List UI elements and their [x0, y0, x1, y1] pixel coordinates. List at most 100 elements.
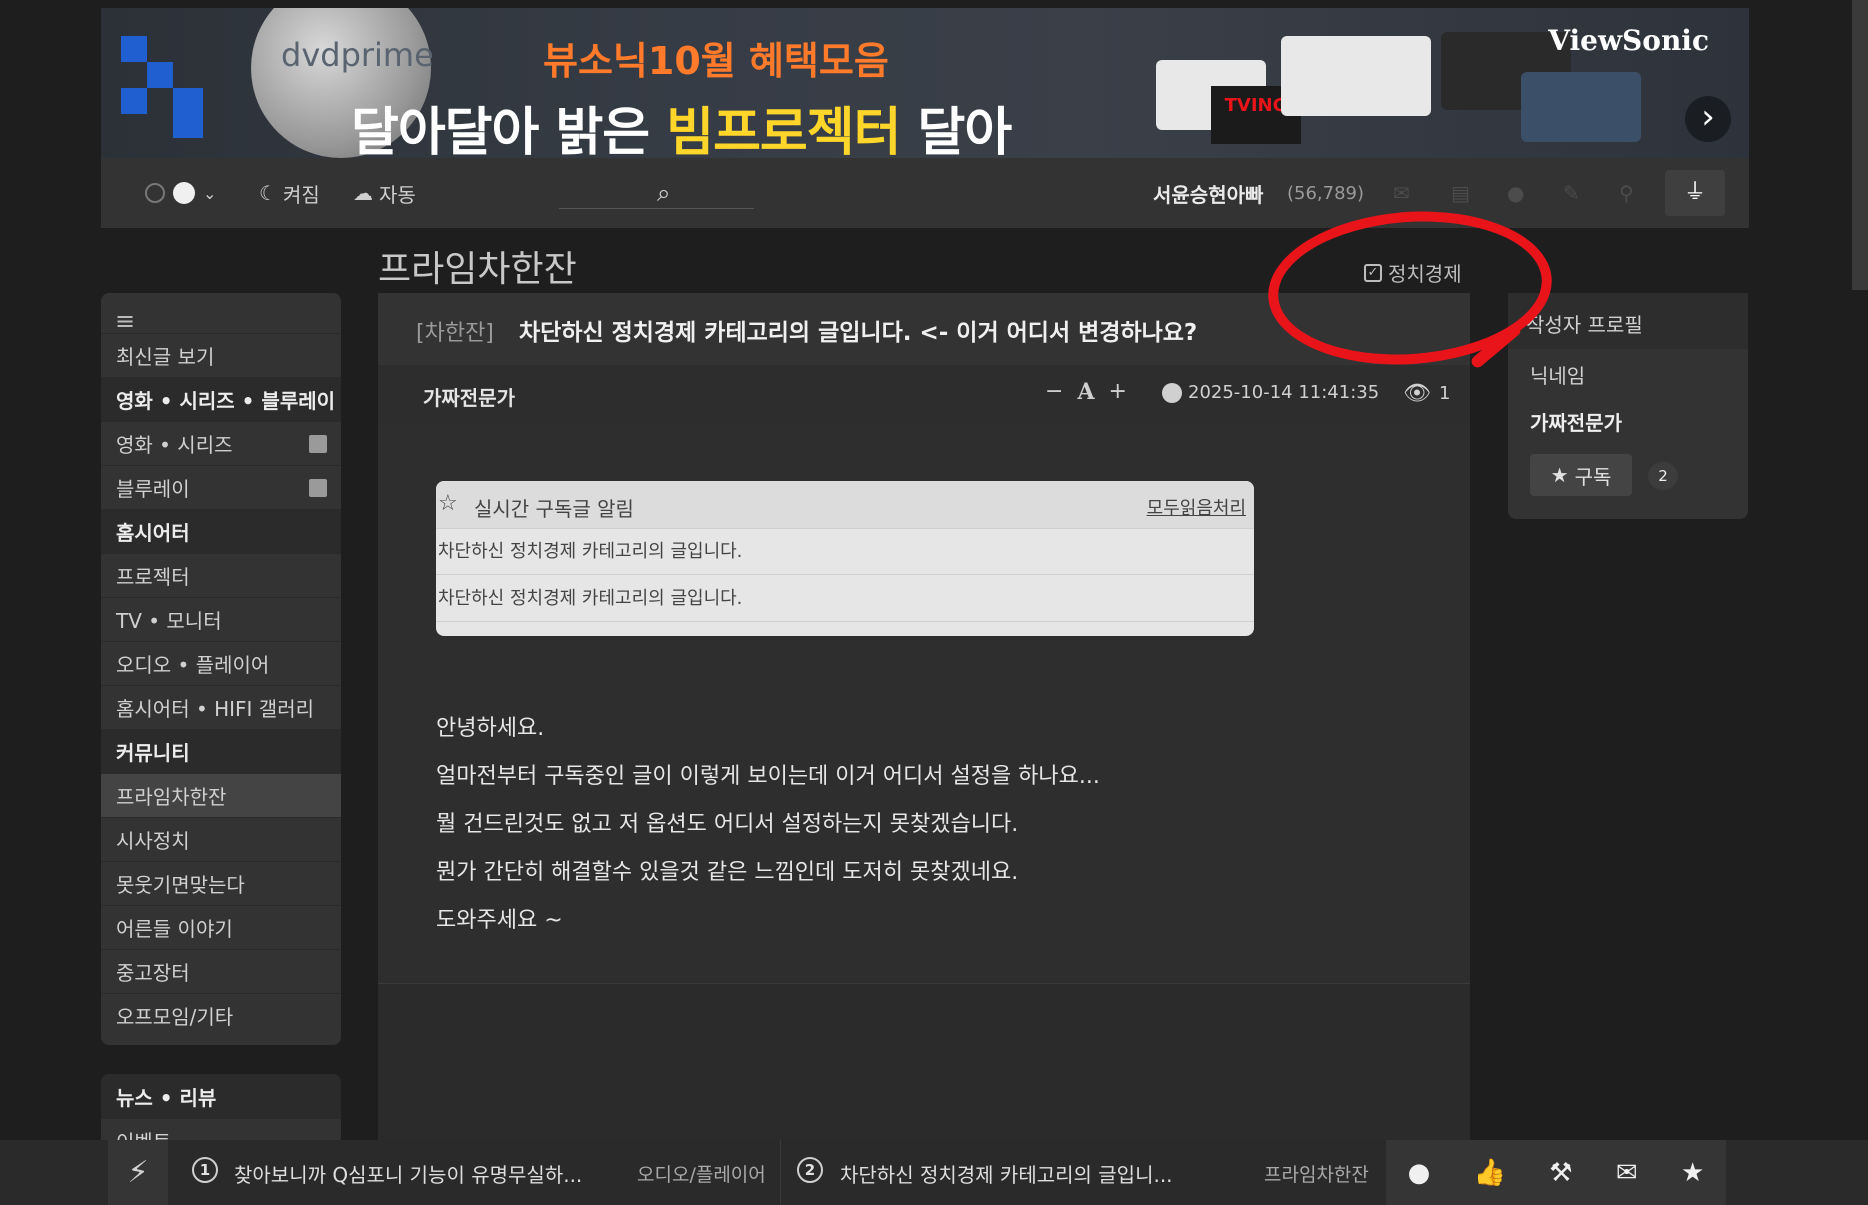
cloud-icon: ☁ — [353, 181, 373, 205]
subscribe-button[interactable]: ★ 구독 — [1530, 454, 1632, 496]
mail-icon[interactable]: ✉ — [1616, 1158, 1638, 1188]
clock-icon — [1162, 382, 1182, 403]
hamburger-menu-icon[interactable]: ≡ — [115, 307, 135, 335]
mark-all-read-link[interactable]: 모두읽음처리 — [1147, 494, 1246, 520]
sidebar-item-label: 홈시어터 — [116, 521, 190, 545]
subscriber-count-badge: 2 — [1648, 462, 1678, 490]
sidebar-item-label: 중고장터 — [116, 961, 190, 985]
star-outline-icon: ☆ — [438, 491, 458, 516]
sidebar-item-label: 영화 • 시리즈 • 블루레이 — [116, 389, 336, 413]
recent-item-number: 2 — [797, 1157, 823, 1183]
dark-mode-button[interactable]: ☾ 켜짐 — [259, 158, 320, 228]
page-title: 프라임차한잔 — [378, 249, 577, 290]
sidebar-item-label: 프라임차한잔 — [116, 785, 227, 809]
pencil-icon[interactable]: ✎ — [1563, 158, 1580, 228]
theme-toggle[interactable]: ⌄ — [145, 158, 216, 228]
comment-icon[interactable]: ● — [1408, 1158, 1431, 1188]
hammer-icon[interactable]: ⚒ — [1549, 1158, 1572, 1188]
lightning-icon[interactable]: ⚡ — [108, 1140, 168, 1205]
scrollbar[interactable] — [1852, 0, 1868, 290]
chevron-down-icon: ⌄ — [203, 183, 217, 203]
search-icon[interactable]: ⌕ — [657, 158, 670, 228]
notice-title: 실시간 구독글 알림 — [474, 497, 634, 521]
post-footer-area — [378, 983, 1470, 1159]
banner-headline: 달아달아 밝은 빔프로젝터 달아 — [351, 90, 1013, 158]
sidebar-item-label: 오디오 • 플레이어 — [116, 653, 270, 677]
bottom-bar: ⚡ 1 찾아보니까 Q심포니 기능이 유명무실하... 오디오/플레이어 2 차… — [0, 1140, 1868, 1205]
sidebar-item[interactable]: 최신글 보기 — [101, 333, 341, 377]
sidebar-item[interactable]: 중고장터 — [101, 949, 341, 993]
sidebar-item[interactable]: 영화 • 시리즈 — [101, 421, 341, 465]
sidebar-item[interactable]: 못웃기면맞는다 — [101, 861, 341, 905]
author-profile-panel: 작성자 프로필 닉네임 가짜전문가 ★ 구독 2 — [1508, 293, 1748, 519]
recent-item-title[interactable]: 차단하신 정치경제 카테고리의 글입니... — [840, 1159, 1173, 1188]
notice-item[interactable]: 차단하신 정치경제 카테고리의 글입니다. — [436, 576, 1254, 622]
font-size-controls: − A + — [1045, 379, 1127, 405]
star-icon: ★ — [1550, 463, 1569, 487]
sidebar-item[interactable]: TV • 모니터 — [101, 597, 341, 641]
sidebar-item-label: TV • 모니터 — [116, 609, 222, 633]
sidebar-item-label: 오프모임/기타 — [116, 1005, 234, 1029]
datetime-text: 2025-10-14 11:41:35 — [1188, 382, 1380, 403]
moon-icon: ☾ — [259, 181, 277, 205]
brand-logo: ViewSonic — [1548, 24, 1709, 57]
eye-icon: 👁 — [1403, 381, 1431, 406]
sidebar-item[interactable]: 블루레이 — [101, 465, 341, 509]
sidebar-category[interactable]: 홈시어터 — [101, 509, 341, 553]
post-views: 👁 1 — [1403, 381, 1450, 406]
recent-item-title[interactable]: 찾아보니까 Q심포니 기능이 유명무실하... — [234, 1159, 582, 1188]
body-line: 뭔가 간단히 해결할수 있을것 같은 느낌인데 도저히 못찾겠네요. — [436, 860, 1019, 885]
font-decrease-button[interactable]: − — [1045, 379, 1063, 405]
sidebar-item[interactable]: 오디오 • 플레이어 — [101, 641, 341, 685]
banner-subtitle: 뷰소닉10월 혜택모음 — [543, 39, 889, 83]
sidebar-category[interactable]: 커뮤니티 — [101, 729, 341, 773]
view-count: 1 — [1438, 383, 1451, 404]
bottom-action-icons: ● 👍 ⚒ ✉ ★ — [1386, 1140, 1726, 1205]
body-line: 뭘 건드린것도 없고 저 옵션도 어디서 설정하는지 못찾겠습니다. — [436, 812, 1019, 837]
sidebar-item[interactable]: 프로젝터 — [101, 553, 341, 597]
auto-mode-label: 자동 — [379, 182, 416, 207]
auto-mode-button[interactable]: ☁ 자동 — [353, 158, 416, 228]
notice-item[interactable]: 차단하신 정치경제 카테고리의 글입니다. — [436, 529, 1254, 575]
logo-mark — [121, 36, 147, 62]
site-logo: dvdprime — [281, 36, 434, 74]
user-name[interactable]: 서윤승현아빠 — [1153, 158, 1263, 228]
calendar-icon[interactable] — [309, 435, 327, 453]
chat-icon[interactable]: ● — [1507, 158, 1524, 228]
next-arrow-icon[interactable]: › — [1685, 96, 1731, 142]
star-icon[interactable]: ★ — [1681, 1158, 1704, 1188]
sidebar-item[interactable]: 오프모임/기타 — [101, 993, 341, 1037]
dark-mode-label: 켜짐 — [282, 182, 320, 207]
body-line: 얼마전부터 구독중인 글이 이렇게 보이는데 이거 어디서 설정을 하나요... — [436, 764, 1100, 789]
sidebar-item[interactable]: 프라임차한잔 — [101, 773, 341, 817]
dark-circle-icon — [173, 182, 195, 204]
subscribe-label: 구독 — [1574, 464, 1612, 489]
font-increase-button[interactable]: + — [1109, 379, 1127, 405]
projector-image — [1521, 72, 1641, 142]
recent-item-category: 프라임차한잔 — [1264, 1164, 1369, 1186]
nickname-label: 닉네임 — [1530, 364, 1586, 388]
post-author[interactable]: 가짜전문가 — [423, 382, 515, 411]
sidebar-item-label: 프로젝터 — [116, 565, 190, 589]
profile-nickname[interactable]: 가짜전문가 — [1530, 407, 1622, 436]
calendar-icon[interactable] — [309, 479, 327, 497]
font-reset-button[interactable]: A — [1077, 379, 1094, 405]
sidebar-item[interactable]: 어른들 이야기 — [101, 905, 341, 949]
headline-part: 달아 — [900, 103, 1013, 158]
sidebar-item[interactable]: 시사정치 — [101, 817, 341, 861]
user-points: (56,789) — [1287, 182, 1365, 204]
pin-icon[interactable]: ⚲ — [1619, 158, 1634, 228]
recent-item-category: 오디오/플레이어 — [637, 1164, 766, 1186]
sidebar-category[interactable]: 영화 • 시리즈 • 블루레이 — [101, 377, 341, 421]
sidebar-item-label: 최신글 보기 — [116, 345, 215, 369]
sidebar-item[interactable]: 홈시어터 • HIFI 갤러리 — [101, 685, 341, 729]
plug-icon[interactable]: ⏚ — [1665, 170, 1725, 216]
logo-mark — [121, 88, 147, 114]
thumbs-up-icon[interactable]: 👍 — [1474, 1158, 1506, 1188]
post-category-tag: [차한잔] — [416, 321, 494, 346]
sidebar-category-news[interactable]: 뉴스 • 리뷰 — [101, 1074, 341, 1118]
sidebar-item-label: 시사정치 — [116, 829, 190, 853]
ad-banner[interactable]: dvdprime 뷰소닉10월 혜택모음 달아달아 밝은 빔프로젝터 달아 TV… — [101, 8, 1749, 158]
recent-item-number: 1 — [192, 1157, 218, 1183]
headline-highlight: 빔프로젝터 — [666, 103, 901, 158]
